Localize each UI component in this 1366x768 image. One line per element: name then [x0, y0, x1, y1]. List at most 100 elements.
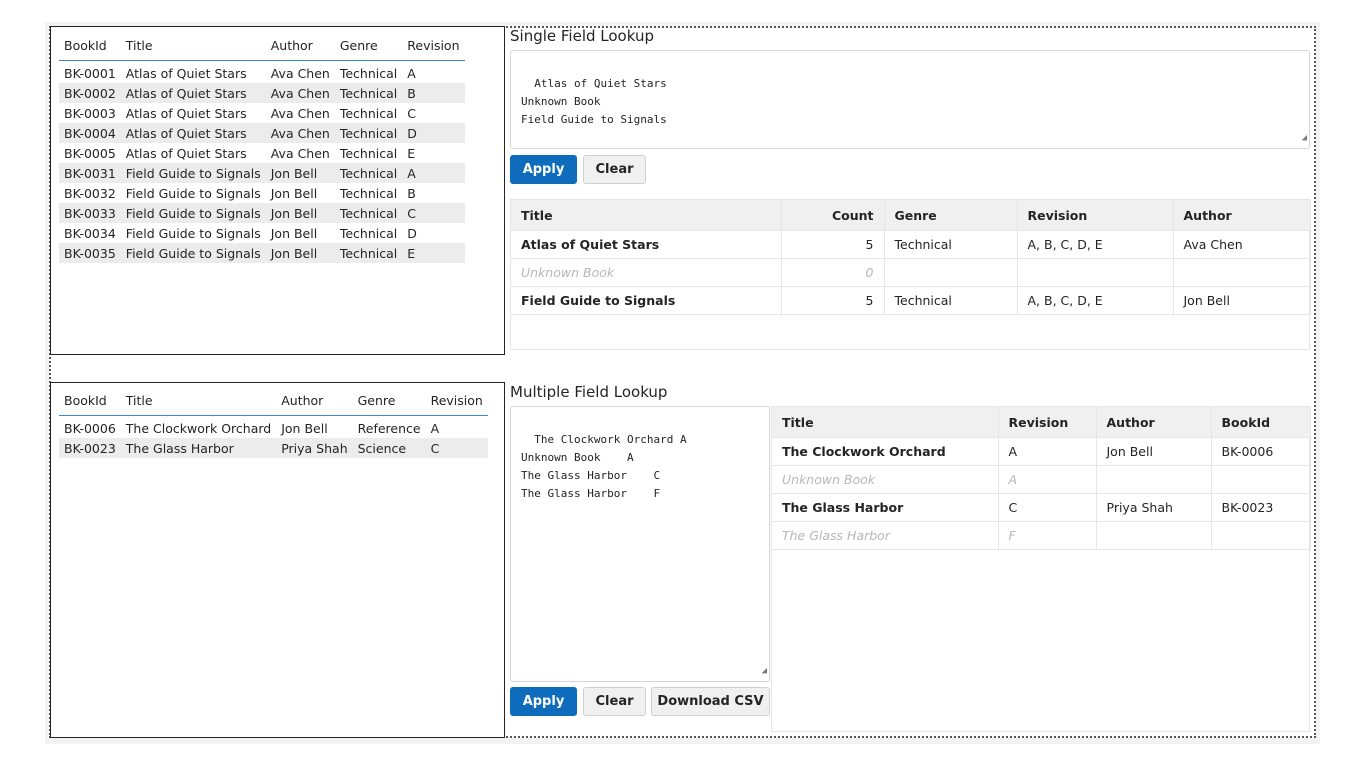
- table-row[interactable]: BK-0031 Field Guide to Signals Jon Bell Tec…: [59, 163, 465, 183]
- resize-handle-icon[interactable]: ◢: [1302, 129, 1307, 147]
- cell-revision: B: [402, 83, 465, 103]
- column-header-author[interactable]: Author: [265, 31, 335, 61]
- result-row[interactable]: Field Guide to Signals 5 Technical A, B,…: [511, 286, 1311, 315]
- column-header-title[interactable]: Title: [120, 31, 266, 61]
- column-header-bookid[interactable]: BookId: [1211, 407, 1311, 438]
- cell-author: Jon Bell: [281, 420, 328, 436]
- column-header-revision[interactable]: Revision: [1017, 200, 1174, 231]
- table-row[interactable]: BK-0003 Atlas of Quiet Stars Ava Chen Techn…: [59, 103, 465, 123]
- cell-author: Ava Chen: [270, 105, 330, 121]
- result-row[interactable]: Atlas of Quiet Stars 5 Technical A, B, C…: [511, 230, 1311, 259]
- cell-revision: F: [998, 521, 1097, 550]
- cell-title: The Clockwork Orchard: [125, 420, 272, 436]
- column-header-author[interactable]: Author: [276, 386, 353, 416]
- results-header-row: Title Revision Author BookId: [772, 407, 1311, 438]
- table-visual-books-1[interactable]: BookId Title Author Genre Revision BK-00…: [50, 26, 505, 355]
- cell-genre: Technical: [334, 83, 403, 103]
- table-row[interactable]: BK-0033 Field Guide to Signals Jon Bell Tec…: [59, 203, 465, 223]
- cell-revision: A, B, C, D, E: [1017, 230, 1174, 259]
- single-lookup-input-text: Atlas of Quiet Stars Unknown Book Field …: [521, 77, 667, 126]
- books-table-1: BookId Title Author Genre Revision BK-00…: [59, 31, 465, 263]
- column-header-title[interactable]: Title: [511, 200, 782, 231]
- column-header-genre[interactable]: Genre: [352, 386, 426, 416]
- cell-revision: A: [998, 465, 1097, 494]
- column-header-revision[interactable]: Revision: [998, 407, 1097, 438]
- cell-genre: [884, 258, 1018, 287]
- cell-author: [1173, 258, 1311, 287]
- cell-title: The Glass Harbor: [772, 493, 999, 522]
- column-header-count[interactable]: Count: [781, 200, 885, 231]
- table-header-row: BookId Title Author Genre Revision: [59, 31, 465, 61]
- cell-revision: C: [407, 105, 416, 121]
- cell-revision: D: [402, 123, 465, 143]
- column-header-title[interactable]: Title: [772, 407, 999, 438]
- single-results-table: Title Count Genre Revision Author Atlas …: [511, 200, 1311, 315]
- table-row[interactable]: BK-0034 Field Guide to Signals Jon Bell Tec…: [59, 223, 465, 243]
- single-clear-button[interactable]: Clear: [583, 155, 646, 184]
- column-header-genre[interactable]: Genre: [334, 31, 403, 61]
- resize-handle-icon[interactable]: ◢: [762, 662, 767, 680]
- cell-revision: C: [425, 438, 488, 458]
- table-row[interactable]: BK-0005 Atlas of Quiet Stars Ava Chen Techn…: [59, 143, 465, 163]
- cell-author: [1096, 521, 1212, 550]
- cell-genre: Technical: [339, 185, 398, 201]
- multi-lookup-input[interactable]: The Clockwork Orchard A Unknown Book A T…: [510, 406, 770, 682]
- cell-genre: Technical: [339, 105, 398, 121]
- cell-genre: Reference: [357, 420, 421, 436]
- result-row-missing[interactable]: The Glass Harbor F: [772, 521, 1311, 550]
- column-header-author[interactable]: Author: [1173, 200, 1311, 231]
- table-row[interactable]: BK-0002 Atlas of Quiet Stars Ava Chen Techn…: [59, 83, 465, 103]
- multi-clear-button[interactable]: Clear: [583, 687, 646, 716]
- table-row[interactable]: BK-0023 The Glass Harbor Priya Shah Science…: [59, 438, 488, 458]
- cell-title: Atlas of Quiet Stars: [511, 230, 782, 259]
- cell-count: 0: [781, 258, 885, 287]
- cell-title: The Glass Harbor: [120, 438, 277, 458]
- cell-author: Ava Chen: [265, 83, 335, 103]
- cell-revision: E: [407, 145, 416, 161]
- column-header-title[interactable]: Title: [120, 386, 277, 416]
- single-lookup-input[interactable]: Atlas of Quiet Stars Unknown Book Field …: [510, 50, 1310, 149]
- column-header-genre[interactable]: Genre: [884, 200, 1018, 231]
- column-header-bookid[interactable]: BookId: [59, 386, 121, 416]
- multi-apply-button[interactable]: Apply: [510, 687, 577, 716]
- result-row-missing[interactable]: Unknown Book 0: [511, 258, 1311, 287]
- column-header-author[interactable]: Author: [1096, 407, 1212, 438]
- cell-title: Field Guide to Signals: [511, 286, 782, 315]
- cell-bookid: BK-0032: [64, 185, 116, 201]
- multi-lookup-input-text: The Clockwork Orchard A Unknown Book A T…: [521, 433, 687, 500]
- cell-bookid: BK-0023: [1211, 493, 1311, 522]
- table-row[interactable]: BK-0001 Atlas of Quiet Stars Ava Chen Techn…: [59, 61, 465, 84]
- table-row[interactable]: BK-0035 Field Guide to Signals Jon Bell Tec…: [59, 243, 465, 263]
- cell-author: Jon Bell: [265, 203, 335, 223]
- cell-revision: A, B, C, D, E: [1017, 286, 1174, 315]
- cell-title: Field Guide to Signals: [120, 243, 266, 263]
- cell-bookid: BK-0031: [59, 163, 121, 183]
- result-row[interactable]: The Glass Harbor C Priya Shah BK-0023: [772, 493, 1311, 522]
- cell-title: Atlas of Quiet Stars: [125, 145, 247, 161]
- cell-genre: Technical: [334, 203, 403, 223]
- table-row[interactable]: BK-0032 Field Guide to Signals Jon Bell Tec…: [59, 183, 465, 203]
- column-header-bookid[interactable]: BookId: [59, 31, 121, 61]
- table-visual-books-2[interactable]: BookId Title Author Genre Revision BK-00…: [50, 382, 505, 738]
- table-row[interactable]: BK-0006 The Clockwork Orchard Jon Bell Refe…: [59, 416, 488, 439]
- cell-bookid: BK-0034: [64, 225, 116, 241]
- cell-author: Jon Bell: [270, 185, 318, 201]
- cell-revision: E: [402, 243, 465, 263]
- table-row[interactable]: BK-0004 Atlas of Quiet Stars Ava Chen Techn…: [59, 123, 465, 143]
- column-header-revision[interactable]: Revision: [402, 31, 465, 61]
- cell-count: 5: [781, 230, 885, 259]
- download-csv-button[interactable]: Download CSV: [651, 687, 770, 716]
- column-header-revision[interactable]: Revision: [425, 386, 488, 416]
- cell-title: Field Guide to Signals: [120, 163, 266, 183]
- cell-author: Jon Bell: [265, 243, 335, 263]
- result-row[interactable]: The Clockwork Orchard A Jon Bell BK-0006: [772, 437, 1311, 466]
- cell-revision: C: [998, 493, 1097, 522]
- cell-bookid: BK-0003: [64, 105, 116, 121]
- cell-bookid: BK-0004: [59, 123, 121, 143]
- cell-genre: Technical: [339, 225, 398, 241]
- cell-author: Ava Chen: [270, 65, 330, 81]
- cell-author: Jon Bell: [265, 163, 335, 183]
- single-apply-button[interactable]: Apply: [510, 155, 577, 184]
- result-row-missing[interactable]: Unknown Book A: [772, 465, 1311, 494]
- multi-results-table: Title Revision Author BookId The Clockwo…: [772, 407, 1311, 550]
